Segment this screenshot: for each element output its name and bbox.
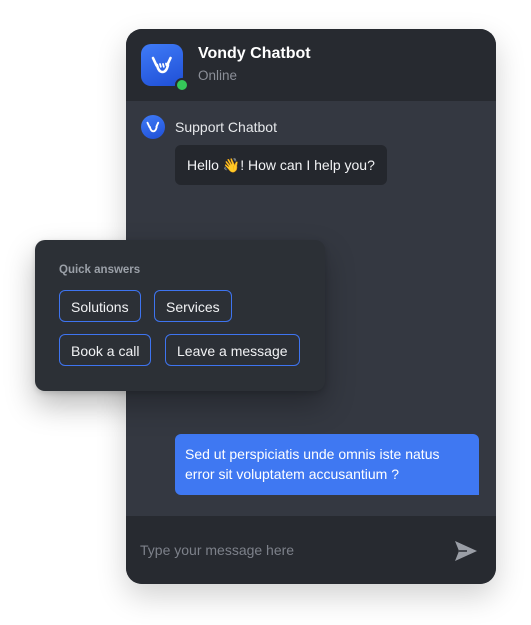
send-icon	[455, 541, 477, 561]
bot-avatar	[141, 115, 165, 139]
quick-answer-book-a-call[interactable]: Book a call	[59, 334, 152, 366]
message-composer	[126, 516, 496, 584]
chatbot-status: Online	[198, 68, 238, 83]
page: Vondy Chatbot Online Support Chatbot Hel…	[0, 0, 531, 625]
message-input[interactable]	[140, 536, 440, 564]
send-button[interactable]	[453, 538, 479, 564]
user-message-bubble: Sed ut perspiciatis unde omnis iste natu…	[175, 434, 479, 495]
quick-answers-card: Quick answers Solutions Services Book a …	[35, 240, 325, 391]
quick-answer-services[interactable]: Services	[154, 290, 232, 322]
quick-answers-title: Quick answers	[59, 264, 141, 276]
online-status-dot	[175, 78, 189, 92]
bot-message-bubble: Hello 👋! How can I help you?	[175, 145, 387, 185]
quick-answer-solutions[interactable]: Solutions	[59, 290, 141, 322]
quick-answer-leave-a-message[interactable]: Leave a message	[165, 334, 300, 366]
chat-header: Vondy Chatbot Online	[126, 29, 496, 101]
chatbot-title: Vondy Chatbot	[198, 45, 311, 62]
bot-sender-name: Support Chatbot	[175, 119, 277, 135]
